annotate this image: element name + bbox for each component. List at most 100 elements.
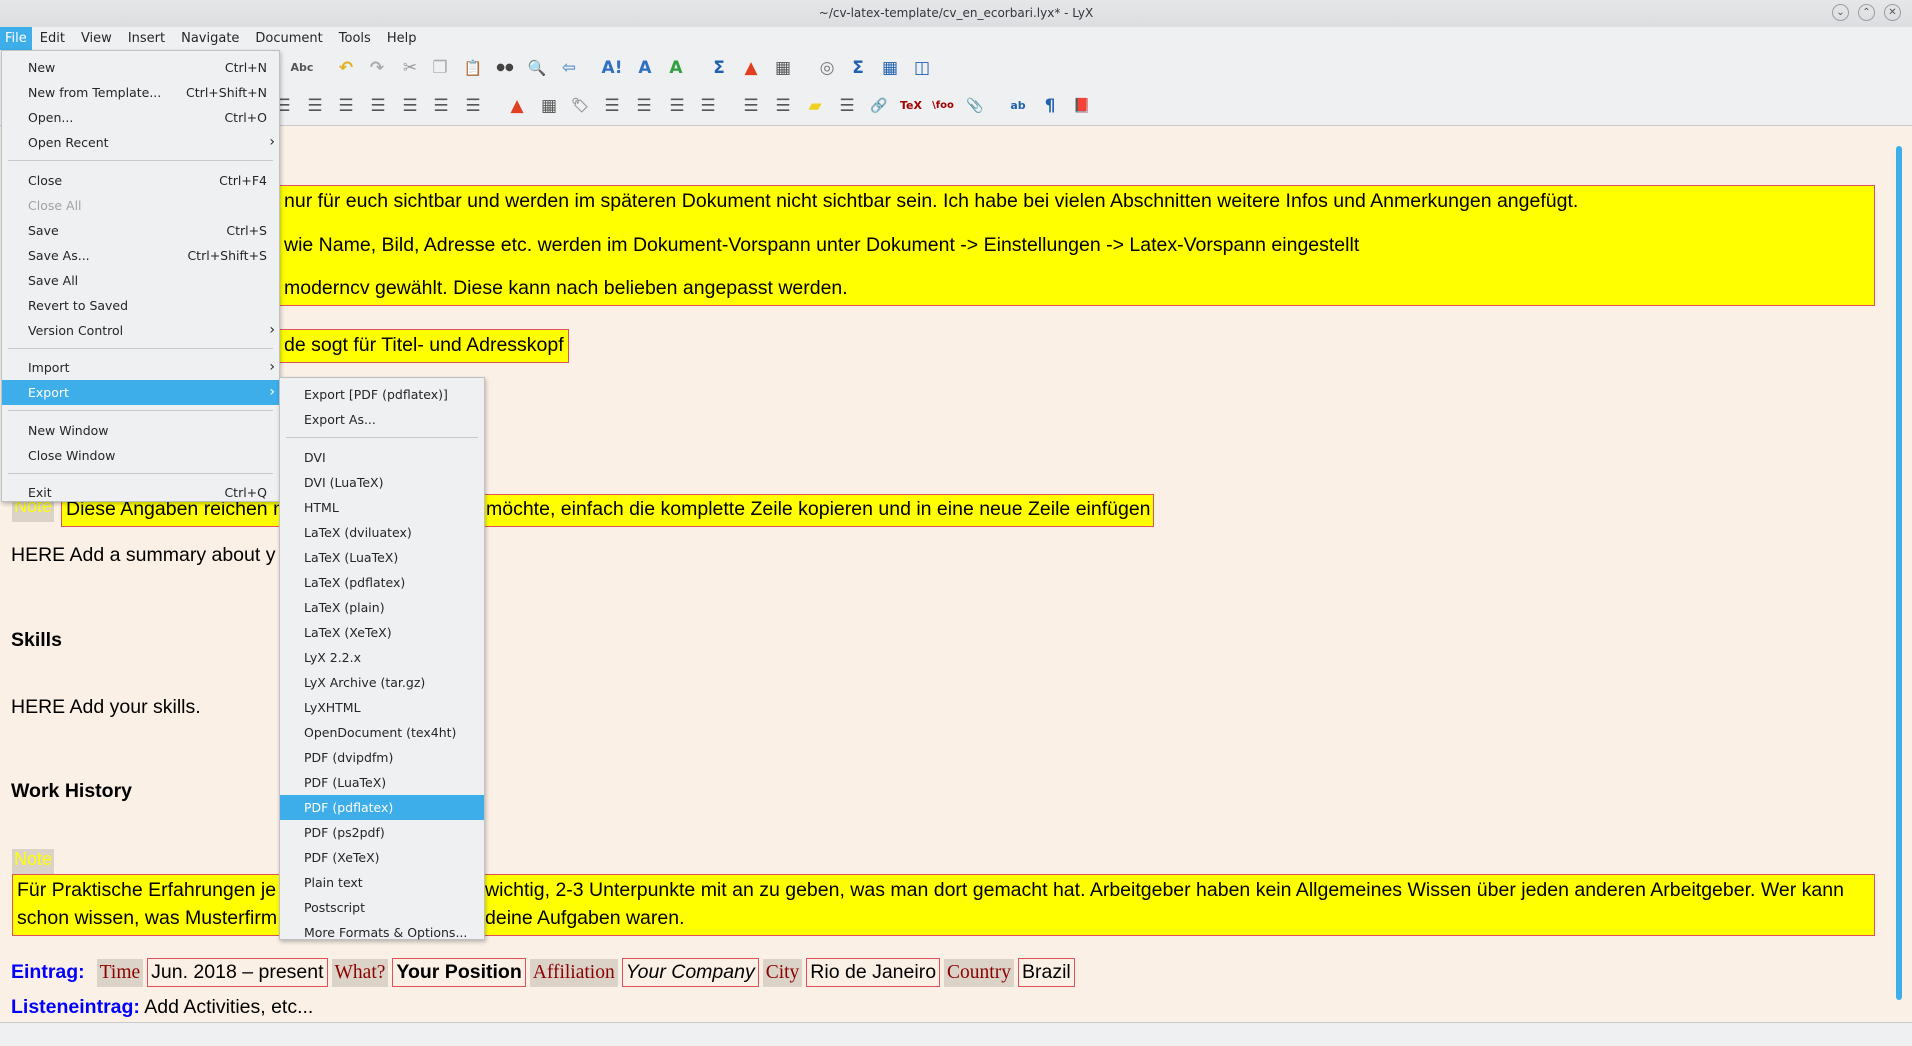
menu-tools[interactable]: Tools (331, 27, 379, 50)
redo-icon[interactable]: ↷ (365, 56, 389, 80)
note-icon[interactable]: ▰ (803, 94, 827, 118)
navigate-back-icon[interactable]: ⇦ (557, 56, 581, 80)
paragraph-settings-icon[interactable]: ¶ (1038, 94, 1062, 118)
menu-item-pdf-xetex[interactable]: PDF (XeTeX) (280, 845, 484, 870)
menu-item-dvi-luatex[interactable]: DVI (LuaTeX) (280, 470, 484, 495)
minimize-button[interactable]: ⌄ (1832, 4, 1849, 21)
insert-graphics-icon[interactable]: ▲ (739, 56, 763, 80)
menu-item-new[interactable]: New Ctrl+N (2, 55, 279, 80)
footnote-icon[interactable]: ☰ (739, 94, 763, 118)
cut-icon[interactable]: ✂ (398, 56, 422, 80)
field-value-city[interactable]: Rio de Janeiro (806, 958, 941, 987)
nomenclature-icon[interactable]: ☰ (696, 94, 720, 118)
menu-item-save[interactable]: Save Ctrl+S (2, 218, 279, 243)
description-list-icon[interactable]: ☰ (366, 94, 390, 118)
menu-file[interactable]: File (0, 27, 32, 50)
copy-icon[interactable]: ❐ (428, 56, 452, 80)
note-inset[interactable]: de sogt für Titel- und Adresskopf (279, 329, 569, 363)
menu-item-open-recent[interactable]: Open Recent › (2, 130, 279, 155)
menu-item-version-control[interactable]: Version Control › (2, 318, 279, 343)
menu-item-export-pdf-pdflatex[interactable]: Export [PDF (pdflatex)] (280, 382, 484, 407)
menu-document[interactable]: Document (247, 27, 330, 50)
menu-item-pdf-dvipdfm[interactable]: PDF (dvipdfm) (280, 745, 484, 770)
menu-insert[interactable]: Insert (120, 27, 173, 50)
menu-item-exit[interactable]: Exit Ctrl+Q (2, 480, 279, 505)
find-binoculars-icon[interactable]: ●● (493, 56, 517, 80)
menu-item-pdf-luatex[interactable]: PDF (LuaTeX) (280, 770, 484, 795)
menu-item-close-all[interactable]: Close All (2, 193, 279, 218)
menu-item-lyx-2-2-x[interactable]: LyX 2.2.x (280, 645, 484, 670)
menu-item-export[interactable]: Export › (2, 380, 279, 405)
label-icon[interactable]: 🏷 (568, 94, 592, 118)
marginal-note-icon[interactable]: ☰ (771, 94, 795, 118)
menu-item-save-all[interactable]: Save All (2, 268, 279, 293)
menu-item-dvi[interactable]: DVI (280, 445, 484, 470)
close-button[interactable]: ✕ (1884, 4, 1901, 21)
hyperlink-icon[interactable]: 🔗 (867, 94, 891, 118)
menu-item-new-window[interactable]: New Window (2, 418, 279, 443)
menu-item-latex-xetex[interactable]: LaTeX (XeTeX) (280, 620, 484, 645)
view-panel-icon[interactable]: ◫ (910, 56, 934, 80)
maximize-button[interactable]: ⌃ (1858, 4, 1875, 21)
field-value-country[interactable]: Brazil (1017, 958, 1075, 987)
note-inset[interactable]: nur für euch sichtbar und werden im spät… (279, 185, 1875, 306)
menu-item-pdf-pdflatex[interactable]: PDF (pdflatex) (280, 794, 484, 820)
menu-item-open[interactable]: Open... Ctrl+O (2, 105, 279, 130)
menu-item-close-window[interactable]: Close Window (2, 443, 279, 468)
bibliography-icon[interactable]: 📕 (1070, 94, 1094, 118)
menu-item-revert-to-saved[interactable]: Revert to Saved (2, 293, 279, 318)
bullet-list-icon[interactable]: ☰ (334, 94, 358, 118)
math-panel-icon[interactable]: Σ (846, 56, 870, 80)
menu-item-import[interactable]: Import › (2, 355, 279, 380)
menu-item-more-formats-options[interactable]: More Formats & Options... (280, 920, 484, 945)
change-tracking-icon[interactable]: A (664, 56, 688, 80)
menu-item-opendocument-tex4ht[interactable]: OpenDocument (tex4ht) (280, 720, 484, 745)
navigator-icon[interactable]: ◎ (815, 56, 839, 80)
field-value-what[interactable]: Your Position (392, 958, 526, 987)
find-replace-icon[interactable]: 🔍 (525, 56, 549, 80)
increase-depth-icon[interactable]: ☰ (461, 94, 485, 118)
include-file-icon[interactable]: ☰ (632, 94, 656, 118)
cross-reference-icon[interactable]: ☰ (600, 94, 624, 118)
menu-item-latex-luatex[interactable]: LaTeX (LuaTeX) (280, 545, 484, 570)
undo-icon[interactable]: ↶ (334, 56, 358, 80)
menu-item-plain-text[interactable]: Plain text (280, 870, 484, 895)
insert-table-float-icon[interactable]: ▦ (537, 94, 561, 118)
menu-item-export-as[interactable]: Export As... (280, 407, 484, 432)
math-icon[interactable]: Σ (707, 56, 731, 80)
index-entry-icon[interactable]: ☰ (665, 94, 689, 118)
menu-item-save-as[interactable]: Save As... Ctrl+Shift+S (2, 243, 279, 268)
table-panel-icon[interactable]: ▦ (878, 56, 902, 80)
menu-item-postscript[interactable]: Postscript (280, 895, 484, 920)
menu-item-lyx-archive-tar-gz[interactable]: LyX Archive (tar.gz) (280, 670, 484, 695)
enumerate-list-icon[interactable]: ☰ (398, 94, 422, 118)
field-value-time[interactable]: Jun. 2018 – present (147, 958, 328, 987)
spellcheck-icon[interactable]: Abc (290, 56, 314, 80)
attachment-icon[interactable]: 📎 (963, 94, 987, 118)
text-style-person-icon[interactable]: A (633, 56, 657, 80)
menu-edit[interactable]: Edit (32, 27, 73, 50)
menu-help[interactable]: Help (379, 27, 425, 50)
menu-item-html[interactable]: HTML (280, 495, 484, 520)
insert-figure-icon[interactable]: ▲ (505, 94, 529, 118)
text-style-icon[interactable]: A! (600, 56, 624, 80)
menu-item-new-from-template[interactable]: New from Template... Ctrl+Shift+N (2, 80, 279, 105)
insert-table-icon[interactable]: ▦ (771, 56, 795, 80)
character-icon[interactable]: ab (1006, 94, 1030, 118)
list-entry-value[interactable]: Add Activities, etc... (144, 996, 313, 1018)
vertical-scrollbar[interactable] (1896, 146, 1902, 1000)
citation-icon[interactable]: \foo (931, 94, 955, 118)
menu-item-lyxhtml[interactable]: LyXHTML (280, 695, 484, 720)
menu-item-latex-plain[interactable]: LaTeX (plain) (280, 595, 484, 620)
field-value-affiliation[interactable]: Your Company (621, 958, 759, 987)
menu-navigate[interactable]: Navigate (173, 27, 247, 50)
menu-item-close[interactable]: Close Ctrl+F4 (2, 168, 279, 193)
numbered-list-icon[interactable]: ☰ (303, 94, 327, 118)
box-icon[interactable]: ☰ (835, 94, 859, 118)
menu-item-latex-pdflatex[interactable]: LaTeX (pdflatex) (280, 570, 484, 595)
menu-item-latex-dviluatex[interactable]: LaTeX (dviluatex) (280, 520, 484, 545)
paste-icon[interactable]: 📋 (461, 56, 485, 80)
decrease-depth-icon[interactable]: ☰ (429, 94, 453, 118)
menu-item-pdf-ps2pdf[interactable]: PDF (ps2pdf) (280, 820, 484, 845)
tex-code-icon[interactable]: TeX (899, 94, 923, 118)
